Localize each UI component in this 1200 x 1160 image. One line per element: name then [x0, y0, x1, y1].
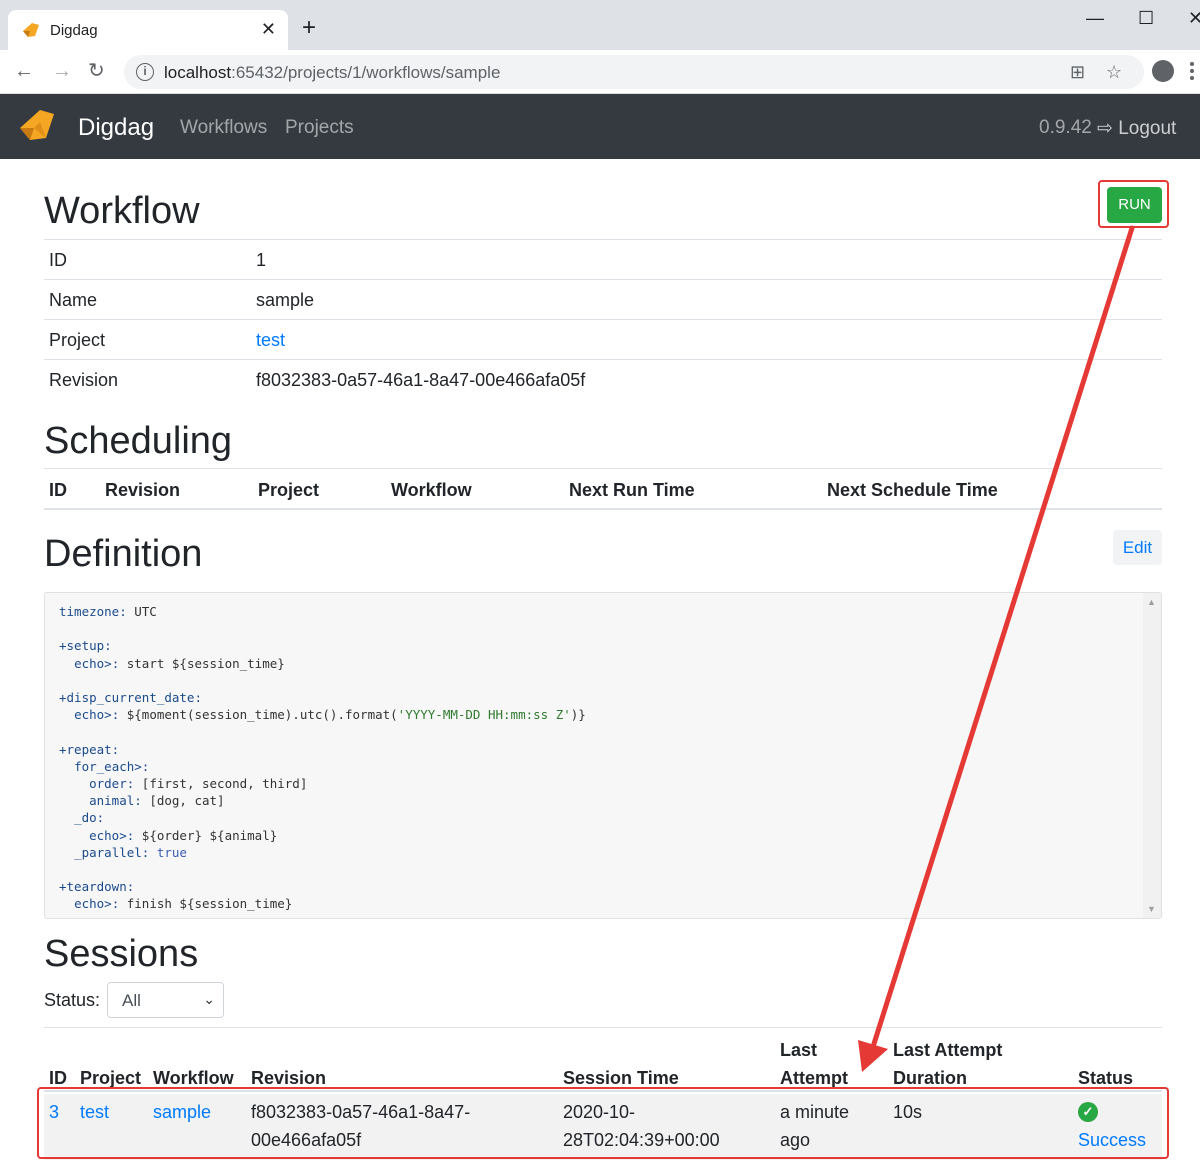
nav-workflows[interactable]: Workflows: [180, 117, 267, 139]
column-header: Next Schedule Time: [827, 480, 998, 500]
chevron-down-icon: ⌄: [203, 991, 215, 1007]
translate-icon[interactable]: ⊞: [1070, 62, 1085, 83]
new-tab-icon[interactable]: +: [302, 16, 316, 40]
table-row: Name sample: [44, 279, 1162, 319]
code-scrollbar[interactable]: ▲ ▼: [1143, 593, 1161, 918]
digdag-favicon-icon: [23, 23, 39, 37]
browser-menu-icon[interactable]: [1190, 62, 1194, 82]
nav-projects[interactable]: Projects: [285, 117, 354, 139]
brand-link[interactable]: Digdag: [78, 114, 154, 142]
tab-title: Digdag: [50, 22, 98, 39]
version-label: 0.9.42: [1039, 117, 1092, 138]
project-link[interactable]: test: [256, 330, 285, 351]
logout-link[interactable]: ⇨ Logout: [1097, 117, 1176, 140]
row-value: sample: [256, 290, 315, 310]
back-icon[interactable]: ←: [14, 60, 34, 82]
tab-close-icon[interactable]: ✕: [261, 19, 276, 40]
sessions-table-header: ID Project Workflow Revision Session Tim…: [44, 1028, 1162, 1092]
column-header: Revision: [105, 480, 181, 500]
row-key: Name: [49, 290, 98, 310]
maximize-icon[interactable]: ☐: [1138, 8, 1154, 29]
browser-toolbar: ← → ↻ i localhost:65432/projects/1/workf…: [0, 50, 1200, 94]
table-row: Project test: [44, 319, 1162, 359]
info-icon[interactable]: i: [136, 63, 154, 81]
scheduling-table-header: ID Revision Project Workflow Next Run Ti…: [44, 468, 1162, 510]
column-header: Next Run Time: [569, 480, 695, 500]
definition-title: Definition: [44, 533, 203, 575]
column-header: Last Attempt: [893, 1040, 1003, 1060]
status-filter-label: Status:: [44, 990, 101, 1010]
column-header: ID: [49, 480, 67, 500]
window-close-icon[interactable]: ✕: [1188, 8, 1200, 29]
status-filter-select[interactable]: All ⌄: [107, 982, 224, 1018]
row-key: Project: [49, 330, 106, 350]
app-navbar: Digdag Workflows Projects 0.9.42 ⇨ Logou…: [0, 94, 1200, 159]
sessions-table: ID Project Workflow Revision Session Tim…: [44, 1027, 1162, 1160]
minimize-icon[interactable]: —: [1086, 8, 1104, 29]
sessions-title: Sessions: [44, 933, 199, 975]
status-selected-value: All: [122, 991, 141, 1010]
profile-avatar-icon[interactable]: [1152, 60, 1174, 82]
column-header: Project: [258, 480, 320, 500]
column-header: Last: [780, 1040, 818, 1060]
table-row: ID 1: [44, 239, 1162, 279]
column-header: Workflow: [391, 480, 472, 500]
logout-icon: ⇨: [1097, 118, 1113, 139]
address-bar[interactable]: i localhost:65432/projects/1/workflows/s…: [124, 55, 1144, 89]
table-row: Revision f8032383-0a57-46a1-8a47-00e466a…: [44, 359, 1162, 399]
forward-icon[interactable]: →: [52, 60, 72, 82]
url-text: localhost:65432/projects/1/workflows/sam…: [164, 63, 501, 82]
definition-code-editor[interactable]: timezone: UTC +setup: echo>: start ${ses…: [44, 592, 1162, 919]
scheduling-title: Scheduling: [44, 420, 233, 462]
scroll-up-icon[interactable]: ▲: [1147, 597, 1156, 607]
workflow-details-table: ID 1 Name sample Project test Revision f…: [44, 239, 1162, 399]
workflow-definition-code: timezone: UTC +setup: echo>: start ${ses…: [59, 604, 586, 912]
row-value: f8032383-0a57-46a1-8a47-00e466afa05f: [256, 370, 586, 390]
run-highlight-box: [1098, 180, 1169, 228]
workflow-title: Workflow: [44, 190, 200, 232]
row-key: ID: [49, 250, 67, 270]
row-value: 1: [256, 250, 267, 270]
browser-tab[interactable]: Digdag ✕: [8, 10, 288, 50]
browser-tab-bar: Digdag ✕ + — ☐ ✕: [0, 0, 1200, 50]
scroll-down-icon[interactable]: ▼: [1147, 904, 1156, 914]
digdag-logo-icon[interactable]: [18, 108, 56, 142]
row-key: Revision: [49, 370, 119, 390]
edit-button[interactable]: Edit: [1113, 530, 1162, 565]
bookmark-star-icon[interactable]: ☆: [1106, 62, 1122, 83]
reload-icon[interactable]: ↻: [88, 60, 105, 82]
session-row-highlight-box: [37, 1087, 1169, 1159]
